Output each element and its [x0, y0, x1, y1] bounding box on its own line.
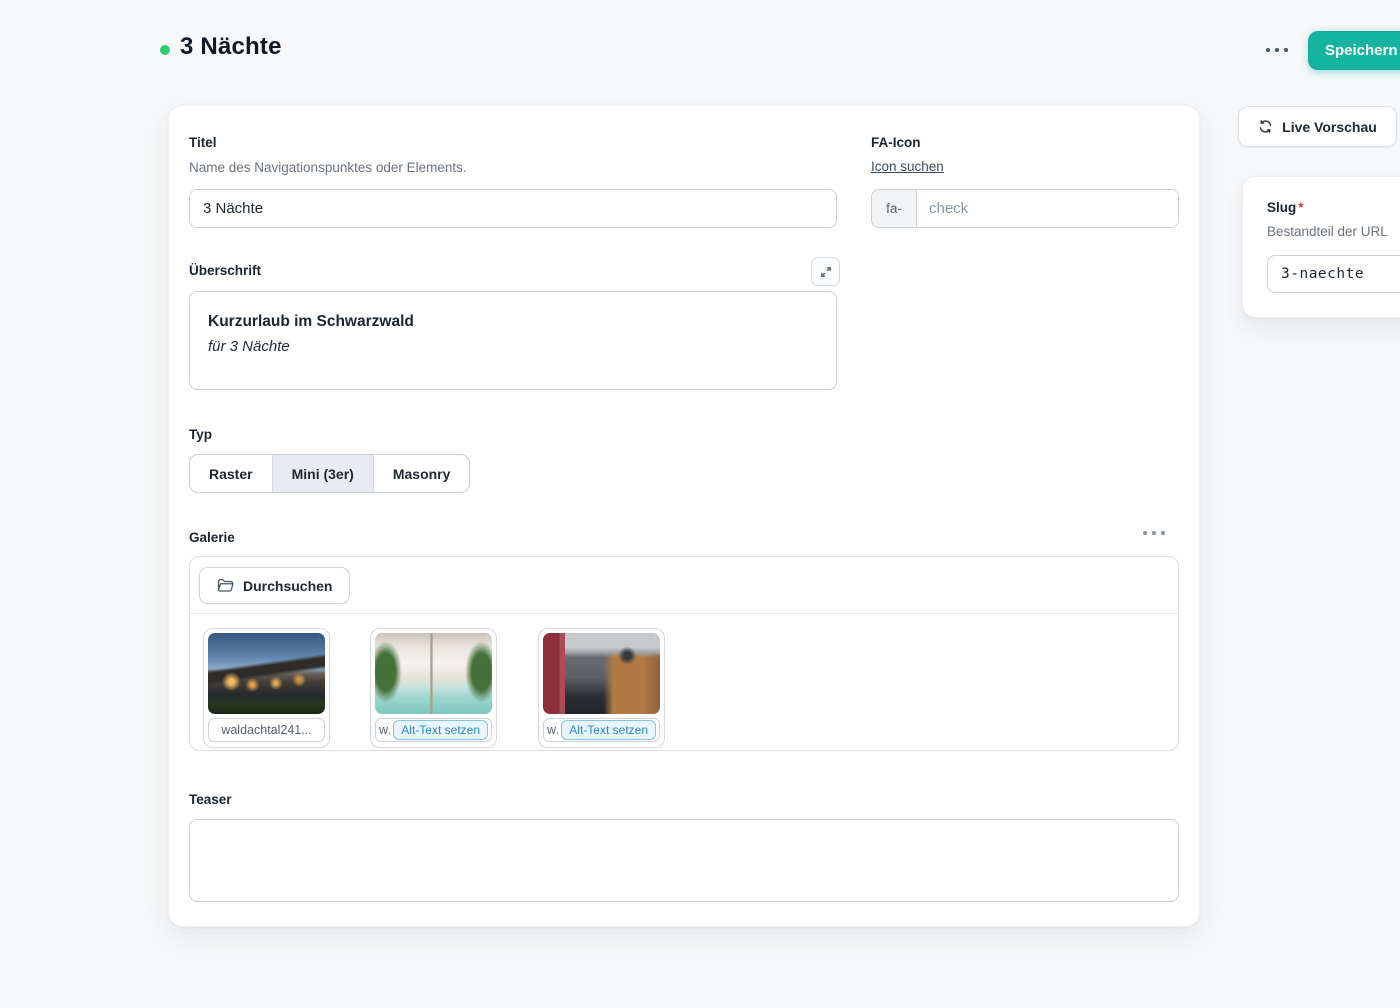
- typ-segmented-control: Raster Mini (3er) Masonry: [189, 454, 471, 493]
- slug-label: Slug *: [1267, 200, 1304, 215]
- expand-icon: [820, 266, 831, 277]
- status-dot: [160, 45, 170, 55]
- titel-input[interactable]: [189, 189, 837, 228]
- live-preview-label: Live Vorschau: [1282, 118, 1377, 135]
- gallery-item-3-footer: w... Alt-Text setzen: [543, 718, 660, 742]
- browse-button-label: Durchsuchen: [243, 577, 333, 594]
- teaser-label: Teaser: [189, 792, 232, 807]
- hotel-exterior-dusk-photo: [208, 633, 325, 714]
- live-preview-button[interactable]: Live Vorschau: [1238, 106, 1397, 147]
- gallery-item-2[interactable]: w... Alt-Text setzen: [370, 628, 497, 748]
- typ-option-raster[interactable]: Raster: [190, 455, 272, 492]
- set-alt-text-button[interactable]: Alt-Text setzen: [561, 720, 656, 740]
- galerie-overflow-menu-icon[interactable]: [1139, 524, 1169, 542]
- fa-icon-input-group: fa-: [871, 189, 1179, 228]
- gallery-item-2-footer: w... Alt-Text setzen: [375, 718, 492, 742]
- restaurant-interior-photo: [543, 633, 660, 714]
- typ-option-masonry[interactable]: Masonry: [372, 455, 470, 492]
- typ-option-mini-3er[interactable]: Mini (3er): [271, 455, 373, 492]
- titel-label: Titel: [189, 135, 217, 150]
- galerie-label: Galerie: [189, 530, 235, 545]
- gallery-item-1-footer: waldachtal241...: [208, 718, 325, 742]
- ueberschrift-subheading-text: für 3 Nächte: [208, 338, 290, 355]
- page-title: 3 Nächte: [180, 33, 282, 60]
- expand-editor-button[interactable]: [811, 257, 840, 286]
- refresh-icon: [1259, 120, 1272, 133]
- galerie-dropzone: Durchsuchen waldachtal241... w... Alt-Te…: [189, 556, 1179, 751]
- galerie-toolbar: Durchsuchen: [190, 557, 1178, 614]
- gallery-item-1[interactable]: waldachtal241...: [203, 628, 330, 748]
- required-marker: *: [1298, 200, 1304, 215]
- slug-card: Slug * Bestandteil der URL: [1242, 176, 1400, 318]
- content-form-card: Titel Name des Navigationspunktes oder E…: [168, 105, 1200, 927]
- gallery-item-3-filename: w...: [547, 723, 559, 737]
- save-button-label: Speichern &: [1325, 42, 1400, 59]
- header-overflow-menu-icon[interactable]: [1262, 40, 1296, 60]
- slug-input[interactable]: [1267, 255, 1400, 293]
- slug-label-text: Slug: [1267, 200, 1297, 215]
- indoor-pool-photo: [375, 633, 492, 714]
- fa-icon-prefix: fa-: [872, 190, 917, 227]
- gallery-item-2-filename: w...: [379, 723, 391, 737]
- gallery-item-3[interactable]: w... Alt-Text setzen: [538, 628, 665, 748]
- save-button[interactable]: Speichern &: [1308, 31, 1400, 70]
- folder-icon: [217, 579, 234, 592]
- slug-description: Bestandteil der URL: [1267, 224, 1388, 239]
- ueberschrift-heading-text: Kurzurlaub im Schwarzwald: [208, 313, 414, 330]
- ueberschrift-label: Überschrift: [189, 263, 262, 278]
- icon-search-link[interactable]: Icon suchen: [871, 159, 944, 174]
- browse-button[interactable]: Durchsuchen: [199, 567, 351, 604]
- teaser-textarea[interactable]: [189, 819, 1179, 902]
- ueberschrift-richtext-editor[interactable]: Kurzurlaub im Schwarzwald für 3 Nächte: [189, 291, 837, 390]
- fa-icon-input[interactable]: [917, 190, 1178, 227]
- fa-icon-label: FA-Icon: [871, 135, 921, 150]
- set-alt-text-button[interactable]: Alt-Text setzen: [393, 720, 488, 740]
- typ-label: Typ: [189, 427, 212, 442]
- gallery-item-1-filename: waldachtal241...: [221, 723, 312, 737]
- titel-description: Name des Navigationspunktes oder Element…: [189, 160, 467, 175]
